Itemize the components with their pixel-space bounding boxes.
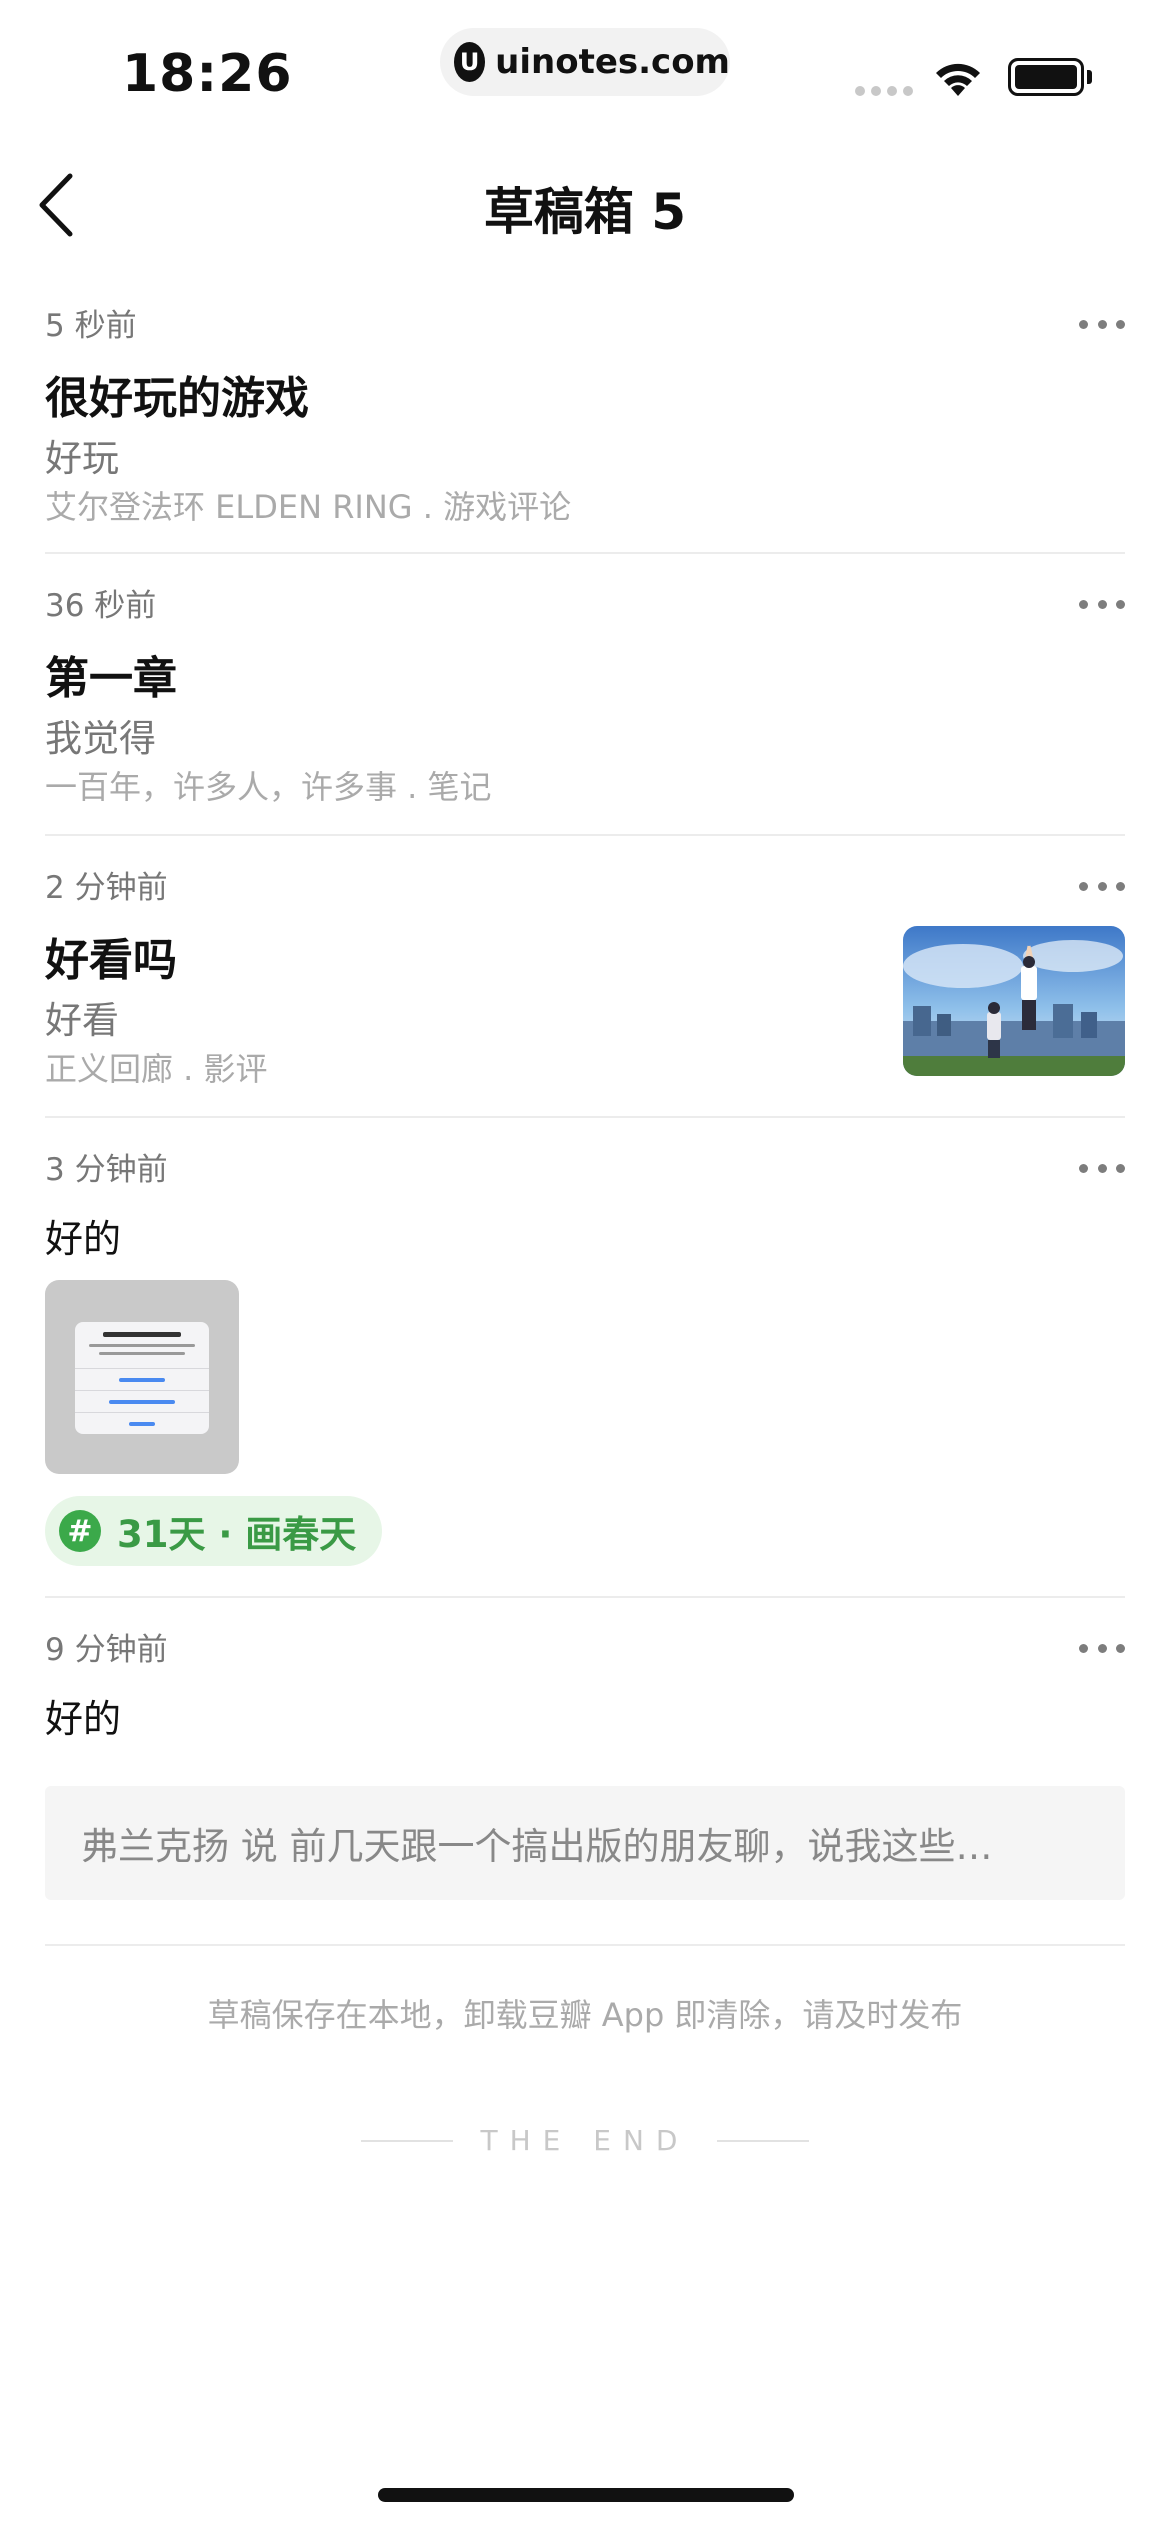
draft-title: 很好玩的游戏 bbox=[45, 373, 309, 424]
page-title: 草稿箱 5 bbox=[483, 183, 687, 241]
draft-time: 5 秒前 bbox=[45, 308, 137, 344]
status-time: 18:26 bbox=[122, 44, 293, 104]
permission-dialog-preview bbox=[75, 1322, 209, 1434]
the-end-text: THE END bbox=[480, 2124, 690, 2157]
cellular-signal-icon bbox=[855, 86, 913, 96]
more-options-icon[interactable] bbox=[1079, 1158, 1125, 1178]
more-options-icon[interactable] bbox=[1079, 594, 1125, 614]
more-options-icon[interactable] bbox=[1079, 314, 1125, 334]
battery-tip bbox=[1087, 70, 1092, 84]
url-text: uinotes.com bbox=[495, 42, 730, 82]
draft-meta: 一百年，许多人，许多事 . 笔记 bbox=[45, 768, 492, 806]
quoted-text: 弗兰克扬 说 前几天跟一个搞出版的朋友聊，说我这些… bbox=[81, 1825, 993, 1868]
topic-label: 31天 · 画春天 bbox=[117, 1513, 357, 1556]
topic-tag[interactable]: # 31天 · 画春天 bbox=[45, 1496, 383, 1566]
uinotes-logo-icon: U bbox=[454, 42, 486, 82]
hashtag-icon: # bbox=[59, 1510, 101, 1552]
draft-text: 好的 bbox=[45, 1217, 122, 1261]
url-pill: U uinotes.com bbox=[440, 28, 730, 96]
draft-meta: 正义回廊 . 影评 bbox=[45, 1050, 268, 1088]
divider bbox=[45, 1944, 1125, 1946]
draft-item[interactable]: 9 分钟前 好的 弗兰克扬 说 前几天跟一个搞出版的朋友聊，说我这些… bbox=[45, 1624, 1125, 1904]
draft-title: 第一章 bbox=[45, 653, 177, 704]
draft-body: 我觉得 bbox=[45, 717, 156, 760]
divider bbox=[45, 1116, 1125, 1118]
quoted-content[interactable]: 弗兰克扬 说 前几天跟一个搞出版的朋友聊，说我这些… bbox=[45, 1786, 1125, 1900]
wifi-icon bbox=[932, 58, 984, 102]
status-bar: 18:26 U uinotes.com bbox=[0, 0, 1170, 140]
draft-item[interactable]: 2 分钟前 好看吗 好看 正义回廊 . 影评 bbox=[45, 862, 1125, 1102]
draft-time: 3 分钟前 bbox=[45, 1152, 168, 1188]
draft-time: 2 分钟前 bbox=[45, 870, 168, 906]
draft-item[interactable]: 3 分钟前 好的 # 31天 · 画春天 bbox=[45, 1144, 1125, 1594]
draft-meta: 艾尔登法环 ELDEN RING . 游戏评论 bbox=[45, 488, 572, 526]
more-options-icon[interactable] bbox=[1079, 1638, 1125, 1658]
draft-body: 好看 bbox=[45, 999, 119, 1042]
home-indicator[interactable] bbox=[378, 2488, 794, 2502]
draft-thumbnail[interactable] bbox=[903, 926, 1125, 1076]
battery-icon bbox=[1008, 58, 1084, 96]
more-options-icon[interactable] bbox=[1079, 876, 1125, 896]
divider bbox=[45, 552, 1125, 554]
draft-time: 36 秒前 bbox=[45, 588, 157, 624]
draft-time: 9 分钟前 bbox=[45, 1632, 168, 1668]
draft-text: 好的 bbox=[45, 1697, 122, 1741]
divider bbox=[45, 834, 1125, 836]
draft-item[interactable]: 36 秒前 第一章 我觉得 一百年，许多人，许多事 . 笔记 bbox=[45, 580, 1125, 820]
divider bbox=[45, 1596, 1125, 1598]
draft-title: 好看吗 bbox=[45, 935, 177, 986]
draft-body: 好玩 bbox=[45, 437, 119, 480]
footer-note: 草稿保存在本地，卸载豆瓣 App 即清除，请及时发布 bbox=[207, 1996, 963, 2034]
draft-item[interactable]: 5 秒前 很好玩的游戏 好玩 艾尔登法环 ELDEN RING . 游戏评论 bbox=[45, 300, 1125, 540]
the-end-marker: THE END bbox=[0, 2124, 1170, 2157]
draft-image[interactable] bbox=[45, 1280, 239, 1474]
